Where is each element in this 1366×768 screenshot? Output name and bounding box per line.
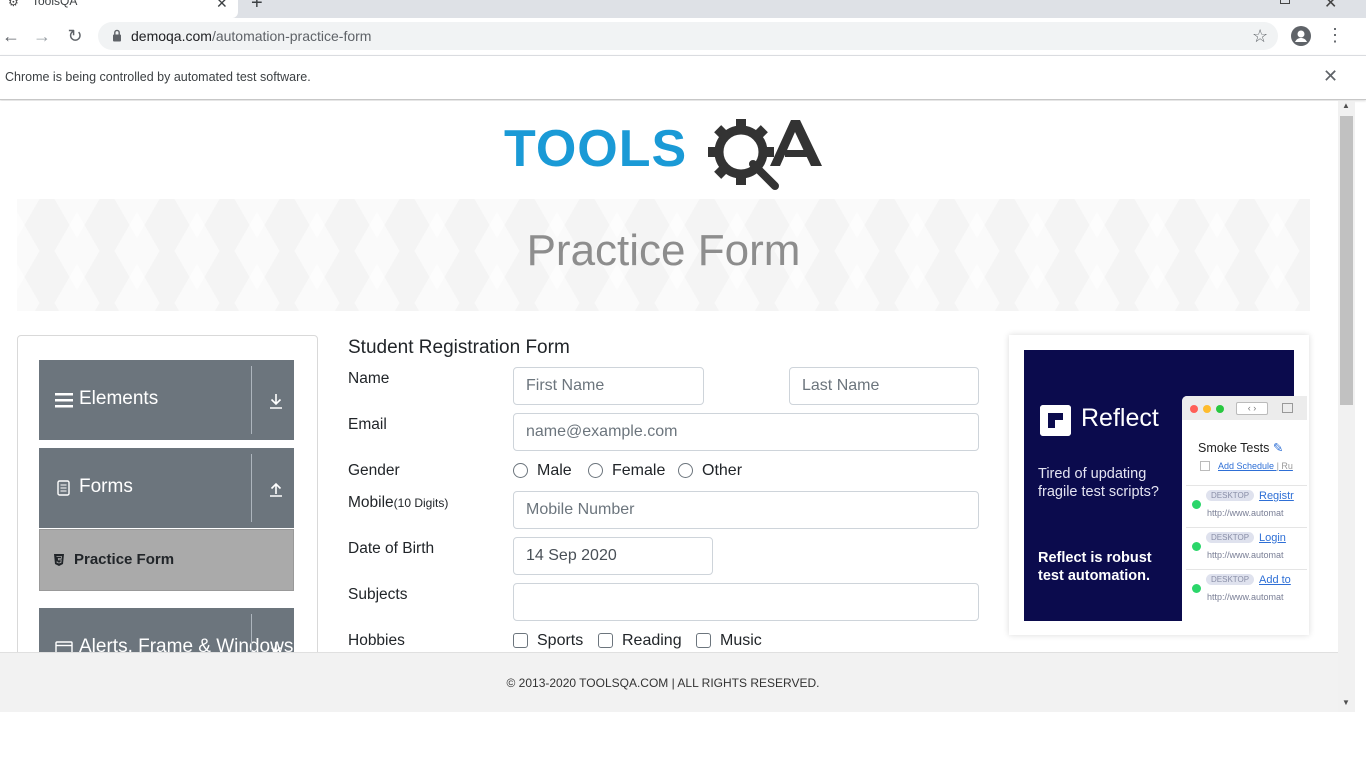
ad-test-row: DESKTOP Login http://www.automat [1186,527,1307,568]
hobby-option-label[interactable]: Reading [622,632,682,650]
document-icon [57,480,70,496]
hobby-option-label[interactable]: Music [720,632,762,650]
url-text[interactable]: demoqa.com/automation-practice-form [131,28,371,44]
toolsqa-logo[interactable]: TOOLS [504,114,826,190]
window-maximize-icon[interactable] [1280,0,1290,4]
hobby-sports-checkbox[interactable] [513,633,528,648]
bookmark-star-icon[interactable]: ☆ [1252,26,1268,47]
subjects-label: Subjects [348,586,408,603]
gender-male-radio[interactable] [513,463,528,478]
subjects-input[interactable] [513,583,979,621]
platform-pill: DESKTOP [1206,574,1255,585]
ad-schedule-link: Add Schedule | Ru [1218,461,1293,471]
sidebar-group-elements[interactable]: Elements [39,360,294,440]
window-close-icon[interactable]: ✕ [1324,0,1337,13]
gender-option-label[interactable]: Other [702,462,742,480]
url-host: demoqa.com [131,28,212,44]
dob-label: Date of Birth [348,540,435,557]
email-input[interactable] [513,413,979,451]
test-link: Add to [1259,574,1291,586]
last-name-input[interactable] [789,367,979,405]
ad-window-title-text: Smoke Tests [1198,441,1270,455]
infobar-text: Chrome is being controlled by automated … [5,70,311,84]
reflect-logo-icon [1040,405,1071,436]
name-label: Name [348,370,390,387]
sidebar-group-forms[interactable]: Forms [39,448,294,528]
ad-tagline: Tired of updating fragile test scripts? [1038,466,1159,500]
form-title: Student Registration Form [348,337,570,358]
ad-schedule-link-text: Add Schedule [1218,461,1275,471]
forward-icon[interactable]: → [31,25,53,47]
upload-arrow-icon[interactable] [267,480,285,498]
gender-option-label[interactable]: Male [537,462,572,480]
mobile-label: Mobile(10 Digits) [348,494,448,512]
gender-other-radio[interactable] [678,463,693,478]
reload-icon[interactable]: ↻ [64,25,86,47]
lock-icon[interactable] [112,29,122,42]
window-minimize-dot-icon [1203,405,1211,413]
divider [251,454,252,522]
test-link: Registr [1259,490,1294,502]
hobby-option-label[interactable]: Sports [537,632,583,650]
footer-copyright: © 2013-2020 TOOLSQA.COM | ALL RIGHTS RES… [506,676,820,690]
hamburger-icon [55,393,73,408]
platform-pill: DESKTOP [1206,490,1255,501]
ad-test-row: DESKTOP Registr http://www.automat [1186,485,1307,526]
new-tab-icon[interactable]: + [251,0,263,15]
ad-brand: Reflect [1081,404,1159,432]
toolsqa-favicon-icon: ⚙ [8,0,19,9]
hobby-reading-checkbox[interactable] [598,633,613,648]
mobile-input[interactable] [513,491,979,529]
tab-close-icon[interactable]: ✕ [216,0,228,12]
ad-window-title: Smoke Tests ✎ [1198,440,1283,455]
sidebar-item-label: Practice Form [74,551,175,568]
nav-arrows-icon: ‹ › [1236,402,1268,415]
mobile-label-text: Mobile [348,494,394,511]
sidebar-toggle-icon [1282,403,1293,413]
gender-female-radio[interactable] [588,463,603,478]
window-close-dot-icon [1190,405,1198,413]
profile-avatar-icon[interactable] [1291,26,1311,46]
calendar-icon [1200,461,1210,471]
test-url: http://www.automat [1207,508,1284,518]
tab-title: ToolsQA [32,0,78,8]
page-title: Practice Form [526,226,801,275]
hobbies-label: Hobbies [348,632,405,649]
test-link: Login [1259,532,1286,544]
ad-headline: Reflect is robust test automation. [1038,550,1152,584]
url-path: /automation-practice-form [211,28,372,44]
sidebar-group-label: Forms [79,476,133,497]
infobar-close-icon[interactable]: ✕ [1323,66,1338,87]
first-name-input[interactable] [513,367,704,405]
test-url: http://www.automat [1207,550,1284,560]
status-dot-icon [1192,584,1201,593]
mobile-hint: (10 Digits) [393,496,449,510]
status-dot-icon [1192,542,1201,551]
html5-icon [54,554,64,566]
hobby-music-checkbox[interactable] [696,633,711,648]
date-of-birth-input[interactable] [513,537,713,575]
gender-label: Gender [348,462,400,479]
scroll-down-arrow-icon[interactable]: ▼ [1342,698,1350,707]
sidebar-group-label: Elements [79,388,159,409]
scroll-up-arrow-icon[interactable]: ▲ [1342,101,1350,110]
window-zoom-dot-icon [1216,405,1224,413]
pencil-icon: ✎ [1272,441,1284,455]
platform-pill: DESKTOP [1206,532,1255,543]
browser-menu-icon[interactable]: ⋮ [1326,25,1344,45]
download-arrow-icon[interactable] [267,392,285,410]
test-url: http://www.automat [1207,592,1284,602]
status-dot-icon [1192,500,1201,509]
scrollbar-thumb[interactable] [1340,116,1353,405]
gender-option-label[interactable]: Female [612,462,665,480]
ad-schedule-sep: | Ru [1276,461,1293,471]
email-label: Email [348,416,387,433]
ad-test-row: DESKTOP Add to http://www.automat [1186,569,1307,610]
divider [251,366,252,434]
svg-text:TOOLS: TOOLS [504,120,687,178]
back-icon[interactable]: ← [0,25,22,47]
